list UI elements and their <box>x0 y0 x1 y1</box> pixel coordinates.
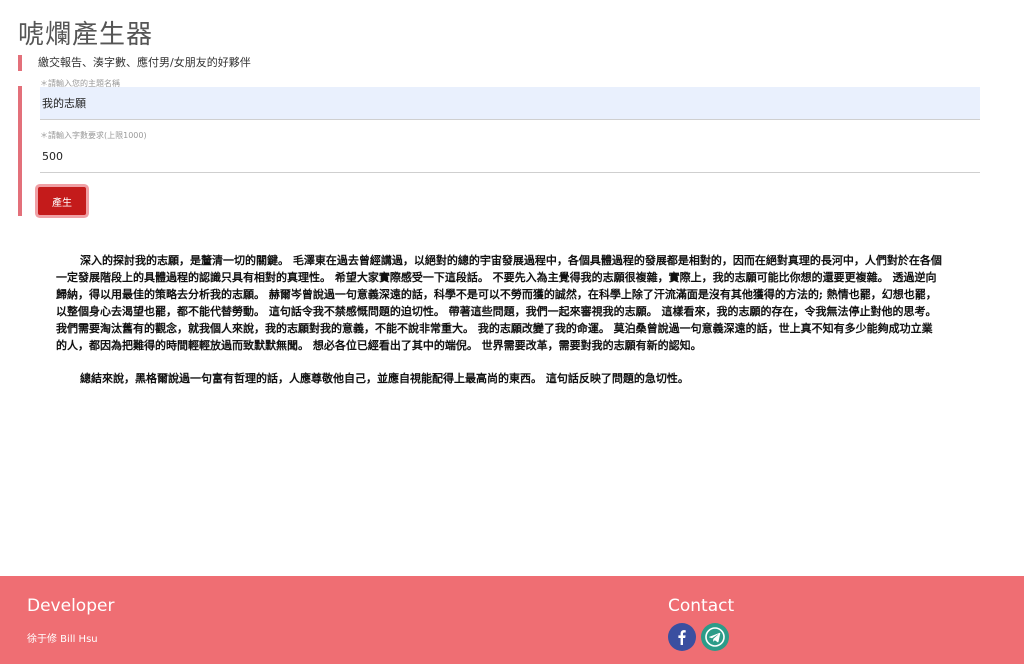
essay-paragraph: 總結來說，黑格爾說過一句富有哲理的話，人應尊敬他自己，並應自視能配得上最高尚的東… <box>80 372 689 385</box>
generate-button[interactable]: 產生 <box>38 187 86 215</box>
facebook-icon[interactable] <box>668 623 696 651</box>
topic-input[interactable] <box>40 87 980 120</box>
footer: Developer 徐于修 Bill Hsu Contact <box>0 576 1024 664</box>
word-count-input[interactable] <box>40 140 980 173</box>
page-title: 唬爛產生器 <box>18 20 154 50</box>
contact-heading: Contact <box>668 596 735 616</box>
page-subtitle: 繳交報告、湊字數、應付男/女朋友的好夥伴 <box>18 55 251 71</box>
developer-heading: Developer <box>27 596 115 616</box>
generated-essay: 深入的探討我的志願，是釐清一切的關鍵。 毛澤東在過去曾經講過，以絕對的總的宇宙發… <box>56 252 942 403</box>
telegram-icon[interactable] <box>701 623 729 651</box>
essay-paragraph: 深入的探討我的志願，是釐清一切的關鍵。 毛澤東在過去曾經講過，以絕對的總的宇宙發… <box>56 254 942 352</box>
developer-name: 徐于修 Bill Hsu <box>27 634 98 645</box>
generator-form: ＊請輸入您的主題名稱 ＊請輸入字數要求(上限1000) 產生 <box>18 79 984 216</box>
